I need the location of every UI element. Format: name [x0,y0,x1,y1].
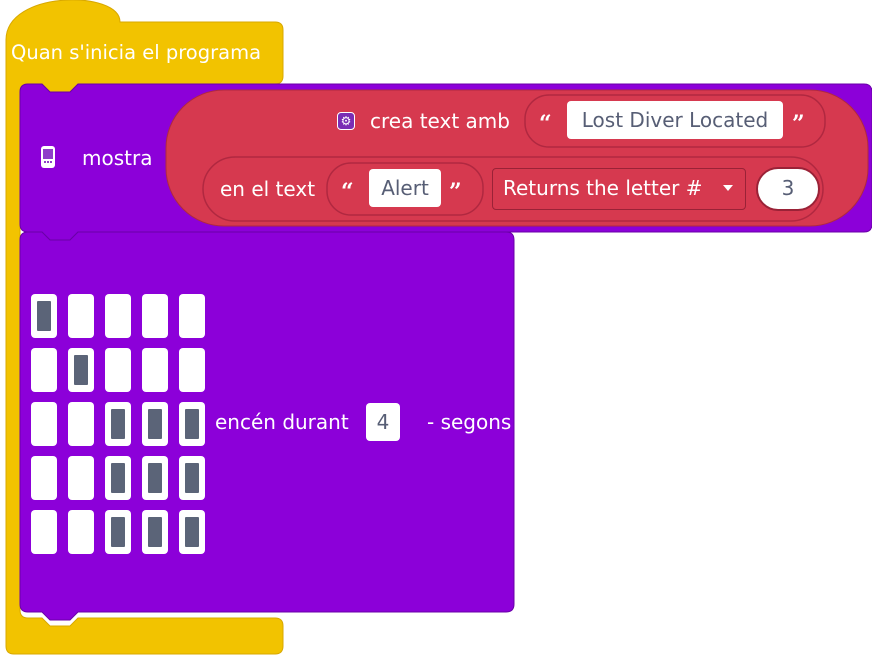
close-quote-icon: ” [792,111,805,137]
chevron-down-icon [723,185,733,191]
show-for-label: encén durant [215,410,349,434]
led-cell[interactable] [179,294,205,338]
led-cell[interactable] [31,402,57,446]
led-cell[interactable] [105,348,131,392]
led-cell[interactable] [179,510,205,554]
led-cell[interactable] [105,456,131,500]
led-cell[interactable] [68,402,94,446]
index-number-input[interactable]: 3 [756,167,820,211]
led-on-indicator [148,517,162,547]
duration-input[interactable]: 4 [366,403,400,441]
show-block-label: mostra [82,146,153,170]
led-cell[interactable] [31,294,57,338]
led-on-indicator [74,355,88,385]
string-input-lost-diver[interactable]: Lost Diver Located [567,101,783,139]
led-on-indicator [185,409,199,439]
close-quote-icon: ” [449,179,462,205]
led-on-indicator [148,409,162,439]
led-cell[interactable] [68,294,94,338]
open-quote-icon: “ [539,111,552,137]
led-cell[interactable] [105,294,131,338]
led-on-indicator [185,463,199,493]
led-on-indicator [111,409,125,439]
led-on-indicator [111,517,125,547]
string-input-alert[interactable]: Alert [369,169,441,207]
led-cell[interactable] [142,294,168,338]
letter-mode-dropdown[interactable]: Returns the letter # [492,168,746,210]
led-cell[interactable] [142,456,168,500]
led-cell[interactable] [31,456,57,500]
microbit-icon [41,146,55,168]
led-cell[interactable] [142,510,168,554]
create-text-label: crea text amb [370,109,510,133]
workspace: Quan s'inicia el programa mostra ⚙ crea … [0,0,872,655]
led-cell[interactable] [31,510,57,554]
led-on-indicator [185,517,199,547]
led-cell[interactable] [68,456,94,500]
seconds-label: - segons [427,410,512,434]
led-cell[interactable] [179,456,205,500]
led-cell[interactable] [31,348,57,392]
gear-icon[interactable]: ⚙ [337,112,355,130]
dropdown-label: Returns the letter # [503,176,703,200]
led-cell[interactable] [179,402,205,446]
led-on-indicator [37,301,51,331]
led-cell[interactable] [142,402,168,446]
led-cell[interactable] [105,402,131,446]
in-text-label: en el text [220,177,316,201]
open-quote-icon: “ [341,179,354,205]
led-cell[interactable] [179,348,205,392]
led-cell[interactable] [105,510,131,554]
led-cell[interactable] [142,348,168,392]
led-cell[interactable] [68,510,94,554]
led-on-indicator [111,463,125,493]
hat-block-label: Quan s'inicia el programa [11,41,262,64]
led-on-indicator [148,463,162,493]
led-cell[interactable] [68,348,94,392]
